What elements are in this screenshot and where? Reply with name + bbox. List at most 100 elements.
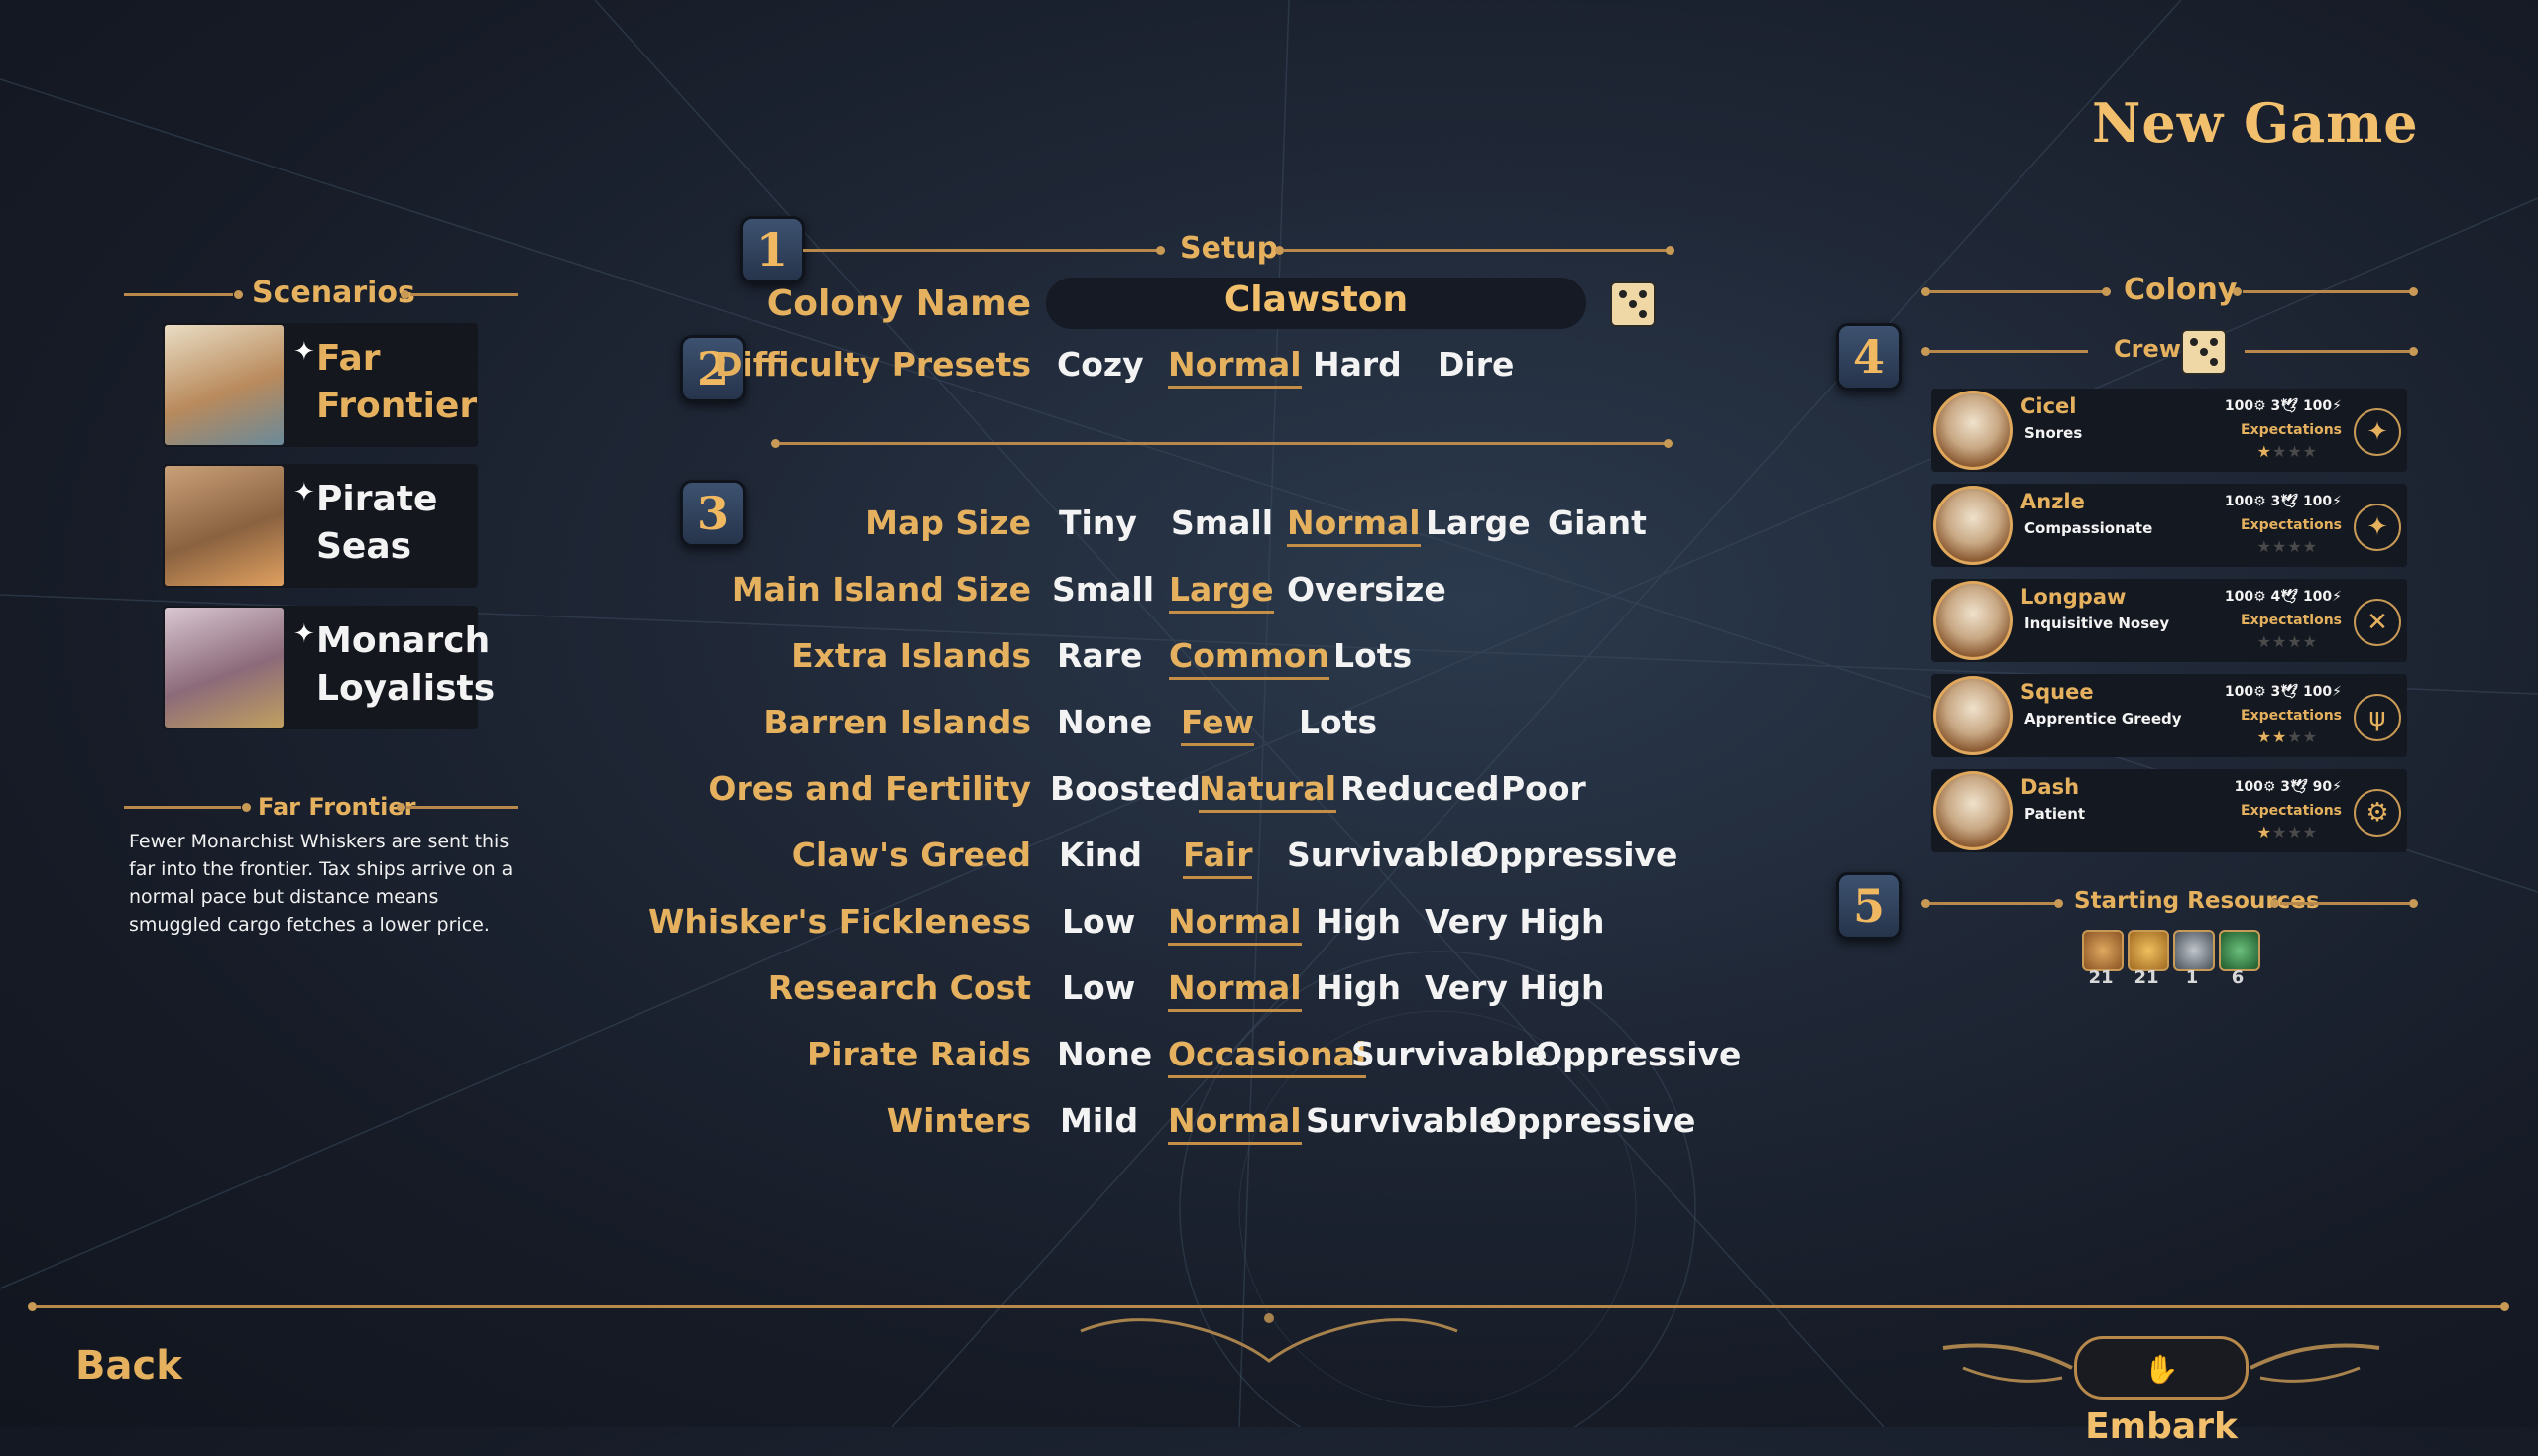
page-title: New Game: [2092, 91, 2419, 155]
setting-option[interactable]: Normal: [1287, 504, 1421, 547]
star-icon: ✦: [293, 478, 315, 507]
scenarios-header: Scenarios: [252, 276, 415, 310]
crew-traits: Patient: [2024, 805, 2086, 823]
setting-option[interactable]: Occasional: [1168, 1035, 1367, 1078]
setting-option[interactable]: Large: [1169, 570, 1274, 614]
setting-option[interactable]: Survivable: [1351, 1035, 1547, 1073]
crew-card-longpaw[interactable]: Longpaw Inquisitive Nosey 100⚙ 4🕊 100⚡ E…: [1931, 579, 2407, 662]
setting-option[interactable]: Very High: [1425, 968, 1604, 1007]
setting-option[interactable]: Rare: [1057, 636, 1142, 675]
expectation-stars: ★★★★: [2256, 823, 2318, 841]
resource-count: 1: [2185, 967, 2199, 988]
resource-count: 6: [2231, 967, 2245, 988]
scenario-card-pirate-seas[interactable]: ✦ Pirate Seas: [163, 464, 478, 588]
randomize-crew-dice-icon[interactable]: [2181, 329, 2227, 375]
back-button[interactable]: Back: [75, 1343, 182, 1389]
setting-option[interactable]: Survivable: [1306, 1101, 1501, 1140]
setting-label-extra-islands: Extra Islands: [791, 636, 1031, 675]
colony-name-label: Colony Name: [766, 283, 1031, 324]
setting-option[interactable]: Small: [1171, 504, 1273, 542]
setting-option[interactable]: Kind: [1059, 836, 1142, 874]
scenario-label: Pirate Seas: [316, 479, 438, 567]
setting-option[interactable]: Mild: [1060, 1101, 1138, 1140]
scenario-portrait: [165, 325, 284, 445]
expectation-stars: ★★★★: [2256, 537, 2318, 556]
expectation-stars: ★★★★: [2256, 442, 2318, 461]
setting-label-barren-islands: Barren Islands: [763, 703, 1031, 741]
compass-icon[interactable]: ✦: [2354, 408, 2401, 456]
expectations-label: Expectations: [2241, 517, 2342, 533]
crew-traits: Compassionate: [2024, 519, 2153, 537]
setting-label-research-cost: Research Cost: [767, 968, 1031, 1007]
setting-option[interactable]: Normal: [1168, 902, 1302, 946]
setting-option[interactable]: Normal: [1168, 968, 1302, 1012]
crew-name: Anzle: [2020, 490, 2085, 513]
scenario-card-monarch-loyalists[interactable]: ✦ Monarch Loyalists: [163, 606, 496, 729]
setting-label-ores-and-fertility: Ores and Fertility: [708, 769, 1031, 808]
setting-option[interactable]: Large: [1426, 504, 1531, 542]
crew-name: Squee: [2020, 680, 2094, 704]
setting-option[interactable]: Boosted: [1050, 769, 1201, 808]
crew-card-anzle[interactable]: Anzle Compassionate 100⚙ 3🕊 100⚡ Expecta…: [1931, 484, 2407, 567]
crew-stats: 100⚙ 3🕊 100⚡: [2224, 684, 2342, 700]
setup-header: Setup: [1180, 231, 1279, 266]
embark-button[interactable]: ✋ Embark: [2074, 1336, 2249, 1447]
difficulty-option-dire[interactable]: Dire: [1438, 345, 1514, 384]
setting-option[interactable]: Poor: [1501, 769, 1586, 808]
crew-traits: Apprentice Greedy: [2024, 710, 2182, 728]
expectation-stars: ★★★★: [2256, 632, 2318, 651]
setting-option[interactable]: Giant: [1548, 504, 1647, 542]
setting-option[interactable]: Natural: [1199, 769, 1337, 813]
gear-part-icon: [2173, 930, 2215, 971]
scenario-description-title: Far Frontier: [258, 793, 416, 821]
setting-option[interactable]: Small: [1052, 570, 1154, 609]
crew-card-squee[interactable]: Squee Apprentice Greedy 100⚙ 3🕊 100⚡ Exp…: [1931, 674, 2407, 757]
setting-option[interactable]: Fair: [1183, 836, 1253, 879]
setting-option[interactable]: Low: [1062, 968, 1135, 1007]
setting-option[interactable]: Few: [1181, 703, 1255, 746]
crew-stats: 100⚙ 4🕊 100⚡: [2224, 589, 2342, 605]
scenario-portrait: [165, 466, 284, 586]
setting-option[interactable]: High: [1316, 902, 1401, 941]
crew-avatar: [1933, 771, 2013, 850]
setting-option[interactable]: Reduced: [1340, 769, 1499, 808]
setting-option[interactable]: Common: [1169, 636, 1329, 680]
wheat-icon[interactable]: ψ: [2354, 694, 2401, 741]
compass-icon[interactable]: ✦: [2354, 504, 2401, 551]
expectations-label: Expectations: [2241, 708, 2342, 724]
difficulty-option-cozy[interactable]: Cozy: [1057, 345, 1144, 384]
crew-avatar: [1933, 581, 2013, 660]
handshake-icon: ✋: [2143, 1353, 2179, 1386]
gear-icon[interactable]: ⚙: [2354, 789, 2401, 837]
setting-option[interactable]: Oppressive: [1489, 1101, 1695, 1140]
setting-option[interactable]: Lots: [1333, 636, 1412, 675]
scenario-card-far-frontier[interactable]: ✦ Far Frontier: [163, 323, 478, 447]
setting-option[interactable]: Lots: [1299, 703, 1377, 741]
setting-option[interactable]: None: [1057, 1035, 1152, 1073]
setting-option[interactable]: Oppressive: [1535, 1035, 1741, 1073]
setting-label-map-size: Map Size: [865, 504, 1031, 542]
crew-card-cicel[interactable]: Cicel Snores 100⚙ 3🕊 100⚡ Expectations ★…: [1931, 389, 2407, 472]
setting-option[interactable]: Survivable: [1287, 836, 1482, 874]
setting-option[interactable]: Oppressive: [1471, 836, 1677, 874]
setting-option[interactable]: Very High: [1425, 902, 1604, 941]
scenario-description: Fewer Monarchist Whiskers are sent this …: [129, 831, 514, 936]
setting-option[interactable]: Low: [1062, 902, 1135, 941]
difficulty-option-normal[interactable]: Normal: [1168, 345, 1302, 389]
star-icon: ✦: [293, 619, 315, 649]
setting-option[interactable]: Tiny: [1059, 504, 1137, 542]
crew-card-dash[interactable]: Dash Patient 100⚙ 3🕊 90⚡ Expectations ★★…: [1931, 769, 2407, 852]
starting-resources-header: Starting Resources: [2074, 888, 2320, 914]
setting-option[interactable]: Normal: [1168, 1101, 1302, 1145]
setting-label-winters: Winters: [886, 1101, 1031, 1140]
crew-name: Cicel: [2020, 394, 2077, 418]
expectations-label: Expectations: [2241, 422, 2342, 438]
setting-option[interactable]: None: [1057, 703, 1152, 741]
randomize-name-dice-icon[interactable]: [1610, 281, 1656, 327]
difficulty-option-hard[interactable]: Hard: [1313, 345, 1402, 384]
setting-option[interactable]: Oversize: [1287, 570, 1446, 609]
crossed-tools-icon[interactable]: ✕: [2354, 599, 2401, 646]
setting-option[interactable]: High: [1316, 968, 1401, 1007]
scenario-label: Monarch Loyalists: [316, 620, 496, 709]
resource-count: 21: [2088, 967, 2114, 988]
